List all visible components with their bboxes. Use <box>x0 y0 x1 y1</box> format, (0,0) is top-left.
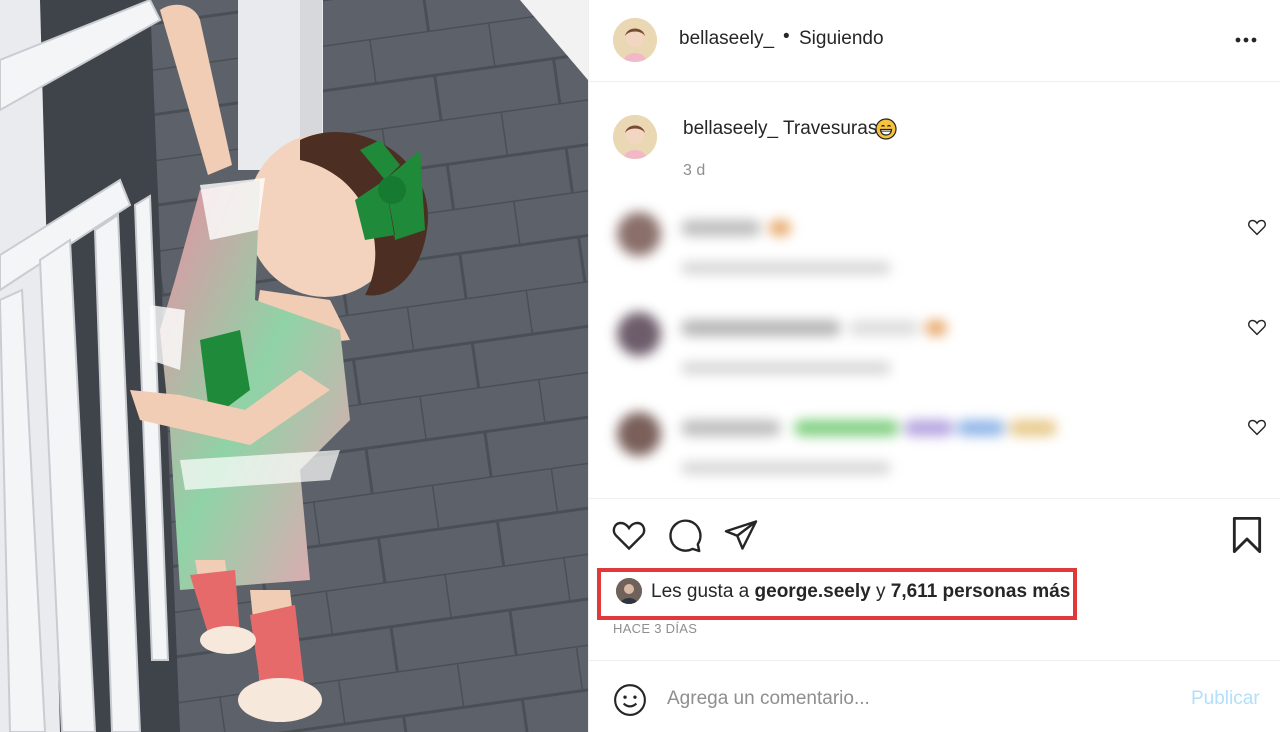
liker-username[interactable]: george.seely <box>755 581 871 602</box>
comment-row <box>589 190 1280 290</box>
divider <box>589 498 1280 499</box>
author-username[interactable]: bellaseely_ <box>679 28 774 50</box>
author-avatar[interactable] <box>613 18 657 62</box>
like-comment-heart-icon[interactable] <box>1247 418 1267 436</box>
comment-row <box>589 290 1280 390</box>
emoji-smile-icon[interactable] <box>613 683 647 717</box>
like-comment-heart-icon[interactable] <box>1247 218 1267 236</box>
publish-button[interactable]: Publicar <box>1191 688 1260 710</box>
liker-avatar[interactable] <box>616 578 642 604</box>
likes-connector: y <box>875 581 886 602</box>
post-image <box>0 0 588 732</box>
post-header: bellaseely_ • Siguiendo <box>589 0 1280 82</box>
post-timestamp[interactable]: HACE 3 DÍAS <box>613 621 697 636</box>
share-paper-plane-icon[interactable] <box>723 518 759 552</box>
add-comment-bar: Publicar <box>589 660 1280 732</box>
more-options-icon[interactable] <box>1229 28 1263 52</box>
caption-timestamp: 3 d <box>683 162 706 179</box>
caption-username[interactable]: bellaseely_ <box>683 118 778 140</box>
likes-count[interactable]: 7,611 personas más <box>891 581 1071 602</box>
save-bookmark-icon[interactable] <box>1231 516 1263 554</box>
likes-summary[interactable]: Les gusta a george.seely y 7,611 persona… <box>651 581 1070 603</box>
comment-row <box>589 390 1280 490</box>
likes-prefix: Les gusta a <box>651 581 750 602</box>
separator-dot: • <box>783 26 790 47</box>
caption-text: Travesuras <box>783 118 878 139</box>
caption-author-avatar[interactable] <box>613 115 657 159</box>
post-photo[interactable] <box>0 0 588 732</box>
like-comment-heart-icon[interactable] <box>1247 318 1267 336</box>
like-heart-icon[interactable] <box>611 518 647 552</box>
post-side-panel: bellaseely_ • Siguiendo bellaseely_ Trav… <box>588 0 1280 732</box>
comment-bubble-icon[interactable] <box>667 518 703 554</box>
follow-status-button[interactable]: Siguiendo <box>799 28 884 50</box>
grinning-face-icon <box>875 118 897 140</box>
post-action-bar <box>589 500 1280 570</box>
comment-input[interactable] <box>667 681 1167 717</box>
